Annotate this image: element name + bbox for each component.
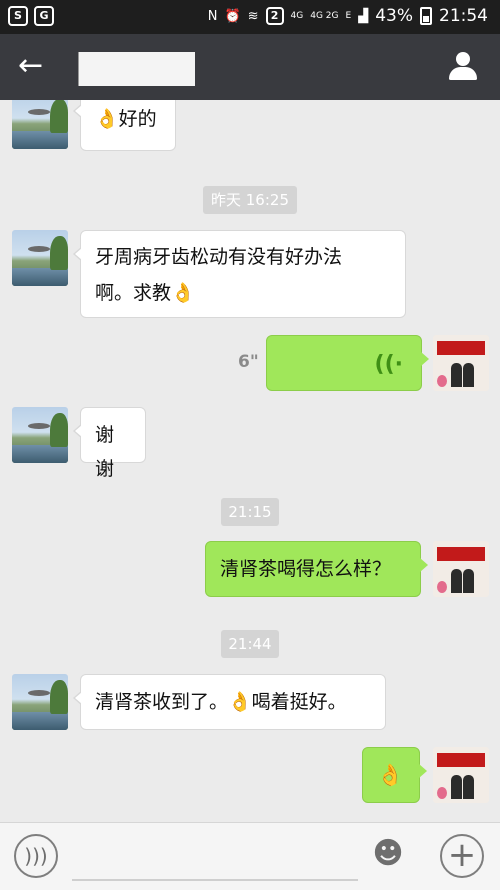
timestamp-chip: 昨天 16:25	[203, 186, 297, 214]
avatar-contact[interactable]	[12, 674, 68, 730]
message-text: 清肾茶喝得怎么样？	[220, 558, 392, 580]
input-bar: ))) ☻ +	[0, 822, 500, 890]
gaana-icon: G	[34, 6, 54, 26]
app-s-icon: S	[8, 6, 28, 26]
wifi-icon: ≋	[247, 8, 259, 24]
signal-icon: ▟	[358, 8, 369, 24]
message-text: 清肾茶收到了。👌喝着挺好。	[95, 691, 347, 713]
avatar-contact[interactable]	[12, 407, 68, 463]
message-text-line1: 牙周病牙齿松动有没有好办法	[95, 246, 343, 268]
avatar-contact[interactable]	[12, 230, 68, 286]
person-icon[interactable]	[448, 52, 478, 82]
plus-icon[interactable]: +	[440, 834, 484, 878]
voice-wave-icon: ((·	[374, 352, 403, 377]
battery-percent: 43%	[375, 6, 413, 26]
network-label-a: 4G	[290, 10, 304, 21]
person-icon-head	[456, 52, 470, 66]
message-bubble-received[interactable]: 👌好的	[73, 100, 176, 151]
message-text: 谢谢	[95, 424, 115, 480]
avatar-self[interactable]	[433, 747, 489, 803]
nfc-icon: N	[207, 8, 218, 24]
voice-icon[interactable]: )))	[14, 834, 58, 878]
message-bubble-received[interactable]: 谢谢	[73, 407, 146, 480]
ok-hand-emoji: 👌	[377, 763, 404, 787]
avatar-self[interactable]	[433, 541, 489, 597]
smiley-icon[interactable]: ☻	[366, 834, 410, 878]
status-bar: S G N ⏰ ≋ 2 4G 4G 2G E ▟ 43% 21:54	[0, 0, 500, 34]
network-label-c: E	[345, 10, 352, 21]
message-bubble-received[interactable]: 清肾茶收到了。👌喝着挺好。	[73, 674, 386, 730]
chat-header: ←	[0, 34, 500, 100]
message-text-line2: 啊。求教👌	[95, 282, 195, 304]
network-label-b: 4G 2G	[310, 10, 339, 21]
message-text: 👌好的	[95, 108, 157, 130]
avatar-self[interactable]	[433, 335, 489, 391]
contact-name-redacted	[78, 52, 195, 86]
clock: 21:54	[439, 6, 488, 26]
alarm-icon: ⏰	[224, 8, 241, 24]
message-bubble-sent[interactable]: 清肾茶喝得怎么样？	[205, 541, 428, 597]
message-bubble-received[interactable]: 牙周病牙齿松动有没有好办法 啊。求教👌	[73, 230, 406, 318]
sim2-badge: 2	[265, 7, 284, 25]
avatar-contact[interactable]	[12, 100, 68, 149]
back-arrow-icon[interactable]: ←	[18, 49, 54, 85]
voice-duration: 6"	[238, 352, 259, 372]
voice-message-bubble[interactable]: ((·	[266, 335, 429, 391]
battery-icon	[420, 7, 432, 25]
message-input[interactable]	[72, 837, 358, 881]
message-list[interactable]: 👌好的 昨天 16:25 牙周病牙齿松动有没有好办法 啊。求教👌 6" ((· …	[0, 100, 500, 822]
person-icon-body	[449, 67, 477, 80]
timestamp-chip: 21:44	[221, 630, 279, 658]
timestamp-chip: 21:15	[221, 498, 279, 526]
message-bubble-sent[interactable]: 👌	[362, 747, 427, 803]
